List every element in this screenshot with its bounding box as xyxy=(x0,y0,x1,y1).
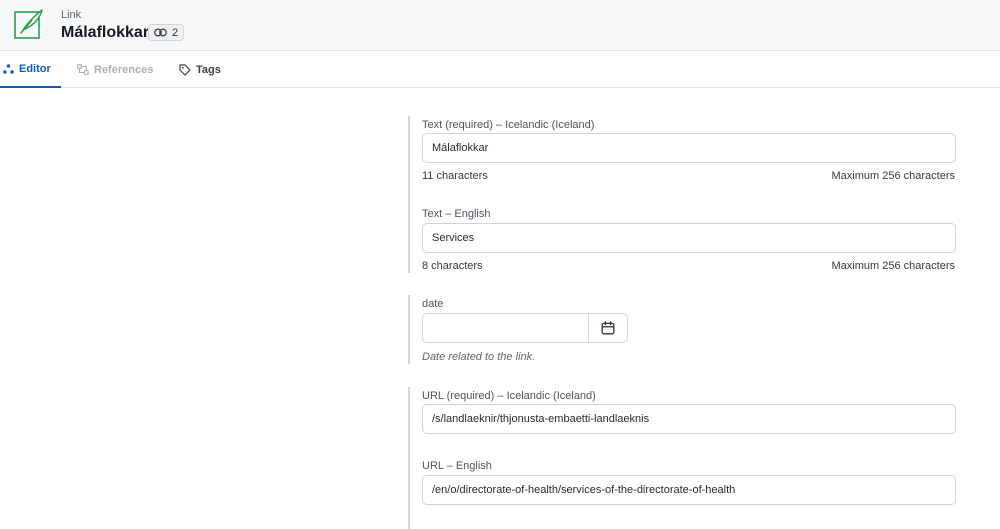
calendar-icon xyxy=(601,321,615,335)
feather-icon xyxy=(14,9,43,39)
text-icelandic-input[interactable] xyxy=(422,133,956,163)
reference-count-badge[interactable]: 2 xyxy=(148,24,185,41)
text-english-input[interactable] xyxy=(422,223,956,253)
tab-tags[interactable]: Tags xyxy=(179,51,221,88)
text-english-label: Text – English xyxy=(422,208,491,220)
url-english-label: URL – English xyxy=(422,460,492,472)
url-english-input[interactable] xyxy=(422,475,956,505)
date-label: date xyxy=(422,298,444,310)
reference-count: 2 xyxy=(172,26,179,39)
date-help-text: Date related to the link. xyxy=(422,351,536,363)
tab-editor-label: Editor xyxy=(19,62,51,75)
date-field-group: date Date related to the link. xyxy=(408,295,968,364)
entry-header: Link Málaflokkar 2 xyxy=(0,0,1000,51)
references-icon xyxy=(77,64,89,75)
editor-nodes-icon xyxy=(3,63,14,74)
url-icelandic-label: URL (required) – Icelandic (Iceland) xyxy=(422,390,596,402)
entry-title: Málaflokkar xyxy=(61,24,150,41)
url-icelandic-input[interactable] xyxy=(422,404,956,434)
text-icelandic-max: Maximum 256 characters xyxy=(831,170,956,182)
tab-references[interactable]: References xyxy=(77,51,153,88)
tab-editor[interactable]: Editor xyxy=(0,51,61,88)
date-picker-button[interactable] xyxy=(588,313,628,343)
tag-icon xyxy=(179,63,191,76)
text-english-count: 8 characters xyxy=(422,260,483,272)
tab-references-label: References xyxy=(94,63,154,76)
url-field-group: URL (required) – Icelandic (Iceland) URL… xyxy=(408,387,968,529)
tab-tags-label: Tags xyxy=(196,63,221,76)
text-english-max: Maximum 256 characters xyxy=(831,260,956,272)
content-type-label: Link xyxy=(61,9,82,21)
text-icelandic-count: 11 characters xyxy=(422,170,488,182)
tab-bar: Editor References Tags xyxy=(0,51,1000,88)
text-field-group: Text (required) – Icelandic (Iceland) 11… xyxy=(408,116,968,273)
text-icelandic-label: Text (required) – Icelandic (Iceland) xyxy=(422,119,595,131)
link-icon xyxy=(154,28,167,37)
date-input[interactable] xyxy=(422,313,588,343)
